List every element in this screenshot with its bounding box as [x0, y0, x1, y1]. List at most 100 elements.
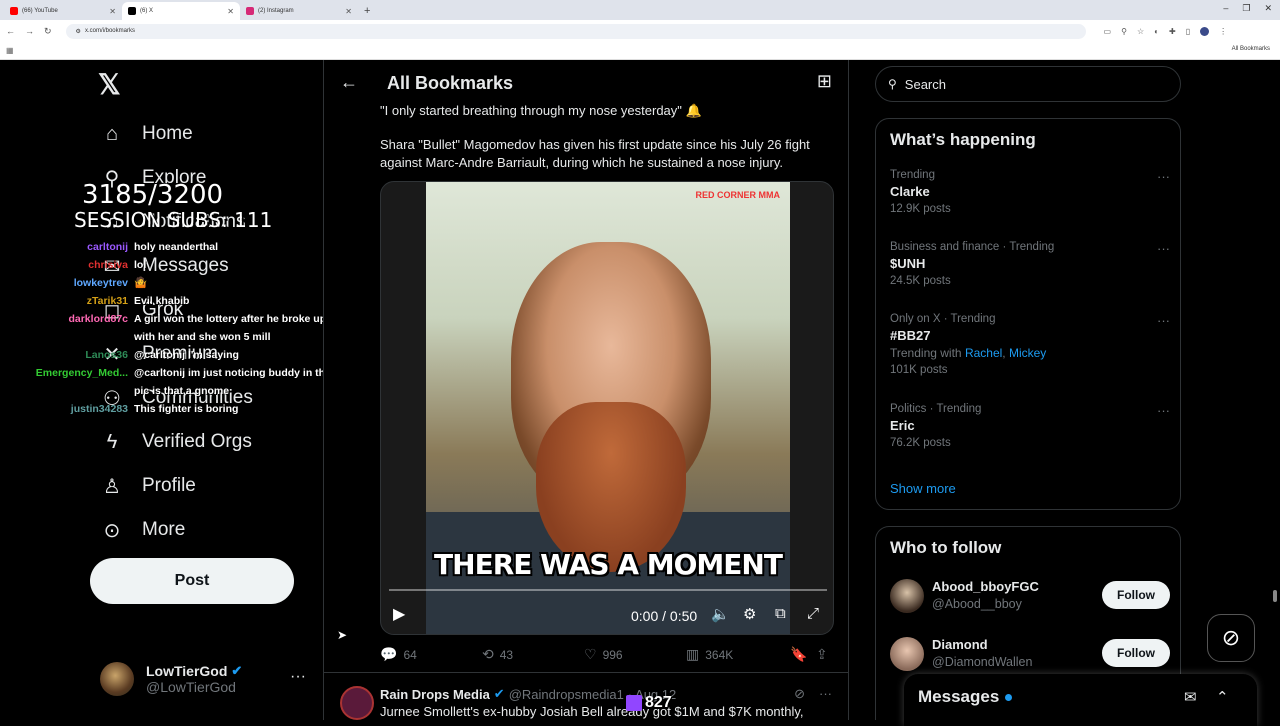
video-subject-beard	[536, 402, 686, 572]
fullscreen-icon[interactable]: ⤢	[807, 605, 819, 622]
sub-goal-counter: 3185/3200	[82, 180, 224, 210]
trend-topic: $UNH	[890, 256, 926, 271]
trend-item[interactable]: Business and finance · Trending $UNH 24.5K…	[890, 241, 1170, 287]
twitch-icon	[626, 695, 642, 711]
search-input[interactable]: ⚲ Search	[875, 66, 1181, 102]
nav-item-more[interactable]: ⊙ More	[100, 518, 186, 542]
repost-button[interactable]: ⟲ 43	[482, 646, 584, 663]
chat-text: @carltonij im just noticing buddy in the…	[134, 367, 331, 397]
heart-icon: ♡	[584, 646, 597, 662]
tab-close-icon[interactable]: ✕	[227, 7, 234, 16]
chat-text: This fighter is boring	[134, 403, 239, 415]
search-icon: ⚲	[888, 77, 897, 91]
forward-nav-icon[interactable]: →	[25, 26, 34, 36]
sidepanel-icon[interactable]: ▯	[1186, 27, 1190, 36]
post-button[interactable]: Post	[90, 558, 294, 604]
trend-item[interactable]: Only on X · Trending #BB27 Trending with R…	[890, 313, 1170, 376]
tab-x[interactable]: (6) X ✕	[122, 2, 240, 20]
reload-icon[interactable]: ↻	[44, 26, 52, 37]
tab-instagram[interactable]: (2) Instagram ✕	[240, 2, 358, 20]
reply-icon: 💬	[380, 646, 398, 662]
chat-message: Lanos36 @carltonij I'm saying	[30, 346, 340, 364]
close-window-icon[interactable]: ✕	[1264, 3, 1272, 14]
views-button[interactable]: ▥ 364K	[686, 646, 790, 663]
more-dots-icon[interactable]: ···	[1157, 169, 1170, 184]
grok-explain-icon[interactable]: ⊘	[794, 686, 805, 702]
settings-gear-icon[interactable]: ⚙	[743, 605, 756, 623]
verified-badge-icon: ✔	[493, 686, 505, 701]
scrollbar-thumb[interactable]	[1273, 590, 1277, 602]
share-button[interactable]: ⇪	[816, 646, 828, 663]
follow-suggestion[interactable]: Abood_bboyFGC @Abood__bboy Follow	[890, 577, 1170, 617]
show-more-link[interactable]: Show more	[890, 481, 956, 496]
tweet-video[interactable]: RED CORNER MMA THERE WAS A MOMENT ▶ 0:00…	[380, 181, 834, 635]
trend-item[interactable]: Trending Clarke 12.9K posts ···	[890, 169, 1170, 215]
new-message-icon[interactable]: ✉	[1184, 688, 1197, 706]
share-icon: ⇪	[816, 646, 828, 662]
repost-icon: ⟲	[482, 646, 494, 662]
messages-drawer[interactable]: Messages ✉ ⌃	[904, 674, 1257, 726]
trending-with: Trending with Rachel, Mickey	[890, 346, 1047, 360]
url-input[interactable]: ⚙ x.com/i/bookmarks	[65, 23, 1086, 39]
profile-avatar[interactable]	[1200, 26, 1210, 36]
video-progress-bar[interactable]	[389, 589, 827, 591]
trending-with-link[interactable]: Rachel	[965, 346, 1002, 360]
more-dots-icon[interactable]: ···	[1157, 241, 1170, 256]
more-dots-icon[interactable]: ···	[1157, 313, 1170, 328]
more-dots-icon[interactable]: ···	[819, 686, 832, 702]
tab-label: (6) X	[140, 8, 154, 14]
grok-button[interactable]: ⊘	[1207, 614, 1255, 662]
puzzle-icon[interactable]: ✚	[1169, 27, 1176, 36]
star-icon[interactable]: ☆	[1137, 27, 1144, 36]
back-nav-icon[interactable]: ←	[6, 26, 15, 36]
bookmark-folder-add-icon[interactable]: ⊞	[817, 71, 832, 92]
reply-button[interactable]: 💬 64	[380, 646, 482, 663]
video-controls: ▶ 0:00 / 0:50 🔈 ⚙ ⧉ ⤢	[381, 602, 833, 632]
tab-youtube[interactable]: (66) YouTube ✕	[4, 2, 122, 20]
tab-label: (66) YouTube	[22, 8, 58, 14]
follow-suggestion[interactable]: Diamond @DiamondWallen Follow	[890, 635, 1170, 675]
pip-icon[interactable]: ⧉	[775, 605, 786, 622]
chat-username: darklord87c	[68, 313, 128, 325]
tab-close-icon[interactable]: ✕	[109, 7, 116, 16]
extension-icon[interactable]: ◐	[1154, 27, 1159, 36]
all-bookmarks-link[interactable]: All Bookmarks	[1232, 46, 1270, 52]
chat-text: 🤷	[134, 277, 148, 289]
menu-kebab-icon[interactable]: ⋮	[1219, 27, 1227, 36]
restore-icon[interactable]: ❐	[1242, 3, 1250, 14]
site-info-icon[interactable]: ⚙	[76, 28, 81, 35]
more-dots-icon[interactable]: ···	[1157, 403, 1170, 418]
minimize-icon[interactable]: –	[1223, 3, 1228, 14]
chat-username: Lanos36	[85, 349, 128, 361]
more-dots-icon[interactable]: ···	[290, 668, 306, 686]
trend-topic: Eric	[890, 418, 915, 433]
nav-item-verified-orgs[interactable]: ϟ Verified Orgs	[100, 430, 252, 454]
trend-item[interactable]: Politics · Trending Eric 76.2K posts ···	[890, 403, 1170, 449]
new-tab-button[interactable]: +	[364, 5, 370, 17]
trending-with-link[interactable]: Mickey	[1009, 346, 1046, 360]
apps-grid-icon[interactable]: ▦	[6, 46, 14, 55]
avatar	[340, 686, 374, 720]
volume-icon[interactable]: 🔈	[711, 605, 730, 623]
nav-item-profile[interactable]: ♙ Profile	[100, 474, 196, 498]
play-icon[interactable]: ▶	[393, 604, 405, 624]
zoom-icon[interactable]: ⚲	[1121, 27, 1127, 36]
follow-button[interactable]: Follow	[1102, 639, 1170, 667]
x-logo-icon[interactable]: 𝕏	[98, 68, 128, 100]
tweet-author-handle[interactable]: @Raindropsmedia1	[509, 687, 624, 702]
tab-close-icon[interactable]: ✕	[345, 7, 352, 16]
account-switcher[interactable]: LowTierGod ✔ @LowTierGod ···	[100, 662, 310, 696]
like-button[interactable]: ♡ 996	[584, 646, 686, 663]
page-scrollbar[interactable]	[1270, 60, 1280, 720]
chat-username: chrisiva	[88, 259, 128, 271]
back-arrow-icon[interactable]: ←	[340, 72, 358, 93]
whats-happening-panel: What’s happening Trending Clarke 12.9K pos…	[875, 118, 1181, 510]
follow-button[interactable]: Follow	[1102, 581, 1170, 609]
chevron-up-icon[interactable]: ⌃	[1216, 688, 1229, 706]
bookmark-button[interactable]: 🔖	[790, 646, 816, 663]
chat-message: Emergency_Med... @carltonij im just notic…	[30, 364, 340, 400]
tweet-author-name[interactable]: Rain Drops Media	[380, 687, 490, 702]
cast-icon[interactable]: ▭	[1104, 27, 1112, 36]
chat-message: darklord87c A girl won the lottery after …	[30, 310, 340, 346]
nav-item-home[interactable]: ⌂ Home	[100, 122, 193, 146]
